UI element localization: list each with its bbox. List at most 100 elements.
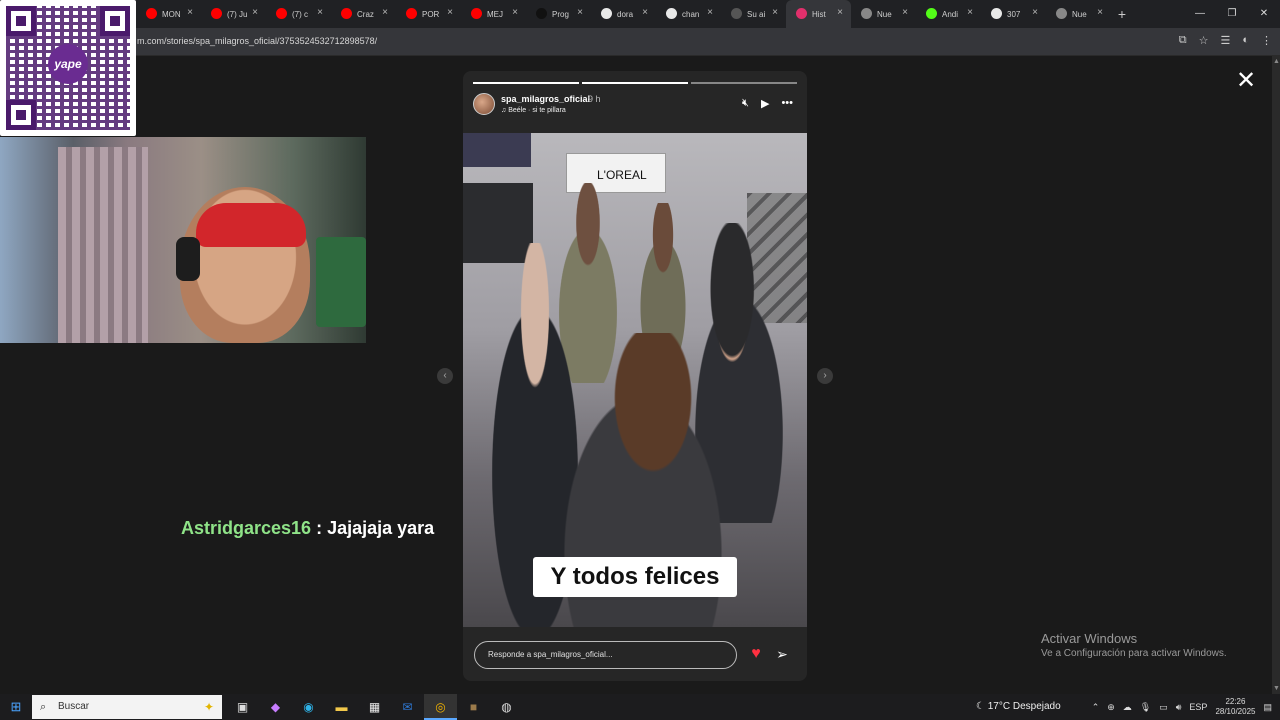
story-caption: Y todos felices [533,557,737,597]
browser-tab[interactable]: Nue × [851,0,916,28]
story-username[interactable]: spa_milagros_oficial [501,94,590,104]
obs-icon[interactable]: ◍ [490,694,523,720]
browser-tab[interactable]: Andi × [916,0,981,28]
tab-close-icon[interactable]: × [577,7,583,18]
volume-icon[interactable]: 🔊︎ [1176,702,1182,713]
install-icon[interactable]: ⧉ [1179,34,1187,47]
browser-tab[interactable]: dora × [591,0,656,28]
language-indicator[interactable]: ESP [1189,702,1207,712]
browser-tab[interactable]: MEJ × [461,0,526,28]
activate-title: Activar Windows [1041,631,1138,646]
menu-kebab-icon[interactable]: ⋮ [1261,34,1272,47]
minimize-icon[interactable]: — [1184,0,1216,28]
tab-close-icon[interactable]: × [1032,7,1038,18]
network-icon[interactable]: ⊕ [1107,702,1115,713]
previous-story-icon[interactable]: ‹ [437,368,453,384]
scroll-up-icon[interactable]: ▲ [1273,58,1280,65]
play-icon[interactable]: ▶ [761,97,769,110]
story-photo[interactable]: L'OREAL [463,133,807,627]
tab-favicon-icon [211,8,222,19]
wall-poster [463,133,531,167]
weather-text: 17°C Despejado [987,701,1061,712]
tray-chevron-icon[interactable]: ⌃ [1092,702,1100,713]
more-options-icon[interactable]: ••• [781,97,793,110]
tab-close-icon[interactable]: × [902,7,908,18]
tab-favicon-icon [146,8,157,19]
story-controls: 🔇︎ ▶ ••• [742,97,793,110]
minecraft-icon[interactable]: ■ [457,694,490,720]
tab-close-icon[interactable]: × [642,7,648,18]
browser-tab[interactable]: Nue × [1046,0,1111,28]
search-placeholder: Buscar [58,701,90,712]
tab-close-icon[interactable]: × [707,7,713,18]
tab-favicon-icon [601,8,612,19]
tab-label: Prog [552,9,569,19]
windows-start-icon[interactable]: ⊞ [0,699,32,715]
tab-close-icon[interactable]: × [382,7,388,18]
tab-close-icon[interactable]: × [772,7,778,18]
mute-icon[interactable]: 🔇︎ [742,97,749,110]
clock[interactable]: 22:26 28/10/2025 [1215,697,1255,717]
tab-close-icon[interactable]: × [837,7,843,18]
weather-widget[interactable]: ☾ 17°C Despejado [976,694,1061,720]
close-story-icon[interactable]: ✕ [1234,69,1258,94]
progress-segment [691,82,797,84]
close-window-icon[interactable]: ✕ [1248,0,1280,28]
send-icon[interactable]: ➢ [773,645,791,663]
restore-icon[interactable]: ❐ [1216,0,1248,28]
windows-taskbar: ⊞ ⌕ Buscar ✦ ▣ ◆ ◉ ▬ ▦ ✉ ◎ ■ ◍ ☾ 17°C De… [0,694,1280,720]
reading-list-icon[interactable]: ☰ [1220,34,1230,47]
file-explorer-icon[interactable]: ▬ [325,694,358,720]
address-bar[interactable]: m.com/stories/spa_milagros_oficial/37535… [0,28,1280,56]
reply-input[interactable]: Responde a spa_milagros_oficial... [474,641,737,669]
new-tab-icon[interactable]: + [1111,6,1133,22]
heart-icon[interactable]: ♥ [747,645,765,663]
store-icon[interactable]: ▦ [358,694,391,720]
browser-tab[interactable]: Craz × [331,0,396,28]
browser-tab[interactable]: POR × [396,0,461,28]
tab-close-icon[interactable]: × [252,7,258,18]
copilot-spark-icon: ✦ [203,700,214,714]
scroll-down-icon[interactable]: ▼ [1273,685,1280,692]
tab-close-icon[interactable]: × [512,7,518,18]
story-music[interactable]: ♫ Beéle · si te pillara [501,107,566,114]
edge-icon[interactable]: ◉ [292,694,325,720]
browser-tab[interactable]: chan × [656,0,721,28]
url-text[interactable]: m.com/stories/spa_milagros_oficial/37535… [137,36,377,46]
taskbar-search[interactable]: ⌕ Buscar ✦ [32,695,222,719]
tab-close-icon[interactable]: × [317,7,323,18]
tab-close-icon[interactable]: × [187,7,193,18]
tab-close-icon[interactable]: × [1097,7,1103,18]
browser-tab[interactable]: Prog × [526,0,591,28]
tab-close-icon[interactable]: × [967,7,973,18]
copilot-icon[interactable]: ◆ [259,694,292,720]
address-bar-icons: ⧉ ☆ ☰ ◐ ⋮ [1179,34,1272,47]
tab-favicon-icon [991,8,1002,19]
chrome-icon[interactable]: ◎ [424,694,457,720]
browser-tab[interactable]: (7) Ju × [201,0,266,28]
green-bucket [316,237,366,327]
notifications-icon[interactable]: ▤ [1263,702,1272,713]
browser-tab[interactable]: Su ai × [721,0,786,28]
tab-favicon-icon [536,8,547,19]
chat-separator: : [311,518,328,538]
profile-icon[interactable]: ◐ [1242,34,1249,47]
mic-icon[interactable]: 🎙︎ [1140,702,1151,713]
battery-icon[interactable]: ▭ [1159,702,1168,713]
next-story-icon[interactable]: › [817,368,833,384]
browser-tab[interactable]: 307 × [981,0,1046,28]
browser-tab[interactable]: MON × [136,0,201,28]
browser-tab[interactable]: Hist × [786,0,851,28]
webcam-feed [0,137,366,343]
page-scrollbar[interactable]: ▲ ▼ [1272,56,1280,694]
bookmark-star-icon[interactable]: ☆ [1199,34,1209,47]
task-view-icon[interactable]: ▣ [226,694,259,720]
qr-finder [6,100,36,130]
tab-label: POR [422,9,440,19]
outlook-icon[interactable]: ✉ [391,694,424,720]
onedrive-icon[interactable]: ☁ [1123,702,1132,713]
tab-label: MEJ [487,9,503,19]
browser-tab[interactable]: (7) c × [266,0,331,28]
story-avatar[interactable] [473,93,495,115]
tab-close-icon[interactable]: × [447,7,453,18]
